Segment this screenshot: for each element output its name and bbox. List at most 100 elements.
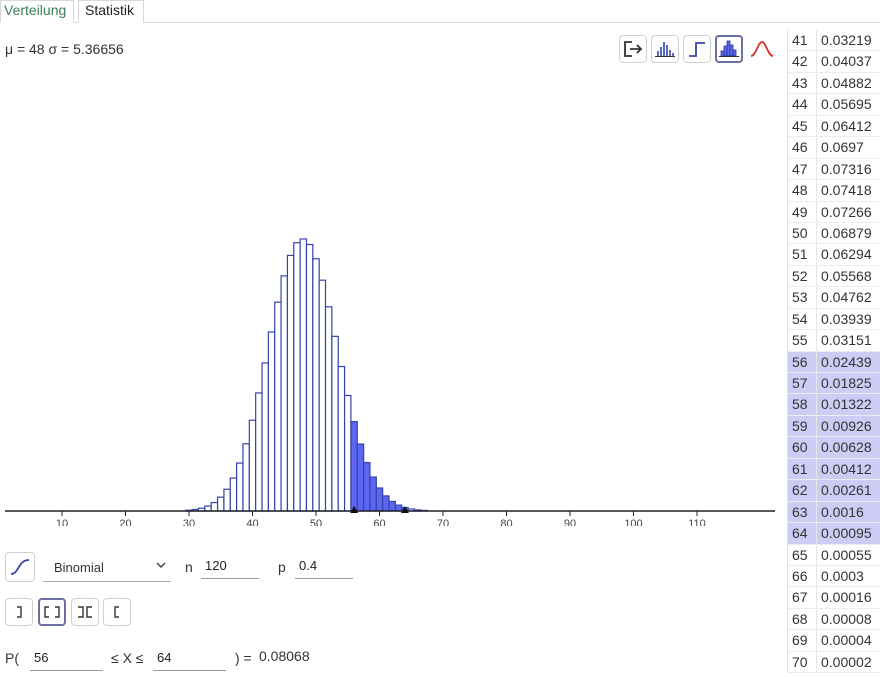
table-cell-k: 61 (788, 458, 817, 480)
interval-outside-button[interactable] (71, 598, 99, 626)
p-label: p (278, 559, 286, 575)
table-cell-k: 43 (788, 72, 817, 94)
bar-graph-button[interactable] (651, 35, 679, 63)
tab-statistik[interactable]: Statistik (78, 0, 144, 23)
table-cell-k: 56 (788, 351, 817, 372)
table-row: 56 0.02439 (788, 351, 880, 373)
left-sided-icon (17, 606, 22, 618)
table-cell-probability: 0.04037 (821, 53, 872, 70)
table-cell-k: 50 (788, 222, 817, 244)
table-cell-k: 55 (788, 330, 817, 351)
step-graph-button[interactable] (683, 35, 711, 63)
x-tick-label: 90 (564, 518, 576, 526)
table-cell-k: 42 (788, 51, 817, 72)
chevron-down-icon (155, 559, 167, 574)
x-tick-label: 110 (688, 518, 706, 526)
histogram-bar (267, 331, 276, 512)
table-cell-probability: 0.03219 (821, 32, 872, 48)
table-row: 41 0.03219 (788, 30, 880, 52)
table-row: 59 0.00926 (788, 415, 880, 438)
table-row: 66 0.0003 (788, 565, 880, 588)
table-cell-probability: 0.06294 (821, 246, 872, 263)
table-row: 55 0.03151 (788, 330, 880, 352)
histogram-bar (369, 476, 377, 512)
tab-bar: Verteilung Statistik (0, 0, 880, 23)
table-cell-probability: 0.03151 (821, 332, 872, 349)
upper-bound-input[interactable] (153, 645, 226, 671)
cumulative-curve-icon (10, 559, 30, 575)
table-row: 52 0.05568 (788, 265, 880, 288)
step-graph-icon (689, 42, 705, 57)
table-cell-k: 54 (788, 308, 817, 330)
right-sided-button[interactable] (103, 598, 131, 626)
table-cell-k: 69 (788, 630, 817, 651)
table-cell-k: 62 (788, 480, 817, 501)
probability-table: 41 0.03219 42 0.04037 43 0.04882 44 0.05695 45 0.… (787, 30, 880, 674)
x-tick-label: 60 (373, 518, 385, 526)
table-row: 54 0.03939 (788, 308, 880, 331)
table-cell-k: 49 (788, 201, 817, 222)
histogram-bar (318, 279, 327, 512)
histogram-bar (356, 443, 365, 512)
histogram-bar (223, 488, 231, 512)
histogram-bar (337, 365, 346, 512)
two-sided-icon (44, 606, 60, 618)
histogram-bar (331, 335, 339, 512)
table-cell-k: 51 (788, 244, 817, 265)
table-cell-k: 65 (788, 544, 817, 565)
table-cell-k: 41 (788, 30, 817, 51)
table-cell-k: 66 (788, 565, 817, 587)
table-cell-probability: 0.00261 (821, 482, 872, 499)
histogram-bar (388, 500, 396, 512)
table-cell-probability: 0.04882 (821, 74, 872, 91)
table-cell-probability: 0.0003 (821, 567, 864, 584)
normal-curve-icon (750, 41, 774, 57)
right-sided-icon (114, 606, 119, 618)
table-row: 46 0.0697 (788, 137, 880, 159)
normal-curve-button[interactable] (748, 35, 776, 63)
left-sided-button[interactable] (5, 598, 33, 626)
table-cell-probability: 0.0697 (821, 139, 864, 156)
table-row: 60 0.00628 (788, 437, 880, 459)
histogram-bar (343, 394, 352, 512)
table-row: 51 0.06294 (788, 244, 880, 266)
table-row: 49 0.07266 (788, 201, 880, 223)
histogram-button[interactable] (715, 35, 743, 63)
histogram-bar (210, 501, 219, 512)
table-cell-probability: 0.00412 (821, 460, 872, 477)
table-cell-k: 60 (788, 437, 817, 458)
table-cell-probability: 0.0016 (821, 503, 864, 520)
table-cell-probability: 0.00002 (821, 653, 872, 670)
table-cell-probability: 0.00004 (821, 632, 872, 649)
table-cell-k: 59 (788, 415, 817, 437)
histogram-bar (248, 419, 257, 512)
histogram-bar (274, 301, 282, 512)
table-cell-k: 53 (788, 287, 817, 308)
table-cell-probability: 0.06412 (821, 117, 872, 134)
two-sided-button[interactable] (38, 598, 66, 626)
n-input[interactable] (201, 553, 259, 579)
distribution-select[interactable]: Binomial (43, 554, 171, 582)
x-tick-label: 40 (246, 518, 258, 526)
table-cell-k: 57 (788, 373, 817, 394)
histogram-bar (350, 420, 358, 512)
table-row: 50 0.06879 (788, 222, 880, 245)
export-icon (624, 41, 643, 57)
tab-verteilung[interactable]: Verteilung (0, 0, 74, 23)
histogram-bar (229, 477, 238, 512)
histogram-icon (719, 40, 739, 57)
table-cell-probability: 0.07418 (821, 182, 872, 199)
table-row: 44 0.05695 (788, 94, 880, 116)
export-button[interactable] (619, 35, 647, 63)
p-input[interactable] (295, 553, 353, 579)
x-tick-label: 30 (183, 518, 195, 526)
lower-bound-input[interactable] (30, 645, 103, 671)
table-row: 58 0.01322 (788, 394, 880, 416)
table-row: 47 0.07316 (788, 158, 880, 181)
n-label: n (185, 559, 193, 575)
cumulative-toggle-button[interactable] (5, 552, 35, 582)
probability-result: 0.08068 (259, 648, 310, 664)
histogram-bar (324, 306, 333, 512)
histogram-bar (280, 275, 289, 512)
table-cell-probability: 0.00628 (821, 439, 872, 456)
